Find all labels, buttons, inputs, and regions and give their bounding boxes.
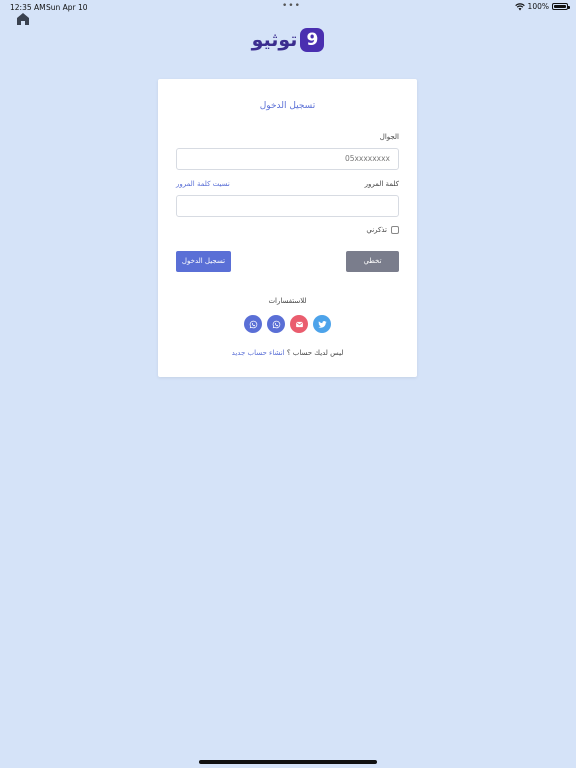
password-input[interactable] [176, 195, 399, 217]
app-logo: توثيو 9 [244, 24, 332, 56]
logo-text: توثيو [251, 29, 298, 51]
skip-button[interactable]: تخطي [346, 251, 399, 272]
remember-me-checkbox[interactable] [391, 226, 399, 234]
logo-mark-icon: 9 [300, 28, 325, 52]
whatsapp-button-2[interactable] [244, 315, 262, 333]
phone-input[interactable]: 05xxxxxxxx [176, 148, 399, 170]
mail-button[interactable] [290, 315, 308, 333]
status-date: Sun Apr 10 [46, 3, 88, 12]
mail-icon [295, 321, 303, 327]
whatsapp-icon [272, 320, 280, 328]
whatsapp-button-1[interactable] [267, 315, 285, 333]
login-card: تسجيل الدخول الجوال 05xxxxxxxx كلمة المر… [158, 79, 417, 377]
wifi-icon [514, 2, 525, 10]
remember-me[interactable]: تذكرني [366, 226, 399, 234]
inquiries-label: للاستفسارات [268, 297, 307, 305]
battery-percent: 100% [527, 2, 549, 11]
battery-icon [552, 3, 570, 10]
login-title: تسجيل الدخول [259, 101, 316, 111]
status-bar: 12:35 AM Sun Apr 10 ••• 100% [0, 0, 576, 14]
forgot-password-link[interactable]: نسيت كلمة المرور [176, 180, 230, 188]
twitter-button[interactable] [313, 315, 331, 333]
create-account-link[interactable]: انشاء حساب جديد [232, 349, 285, 357]
multitasking-dots[interactable]: ••• [282, 1, 301, 11]
status-right: 100% [514, 2, 570, 11]
signup-row: ليس لديك حساب ؟ انشاء حساب جديد [158, 349, 417, 357]
home-icon[interactable] [16, 12, 30, 26]
login-button[interactable]: تسجيل الدخول [176, 251, 231, 272]
password-label: كلمة المرور [364, 180, 399, 188]
phone-label: الجوال [379, 133, 399, 141]
twitter-icon [317, 320, 327, 328]
home-indicator[interactable] [199, 760, 377, 764]
signup-prompt: ليس لديك حساب ؟ [286, 349, 344, 357]
status-time: 12:35 AM [10, 3, 46, 12]
whatsapp-icon [249, 320, 257, 328]
remember-me-label: تذكرني [366, 226, 387, 234]
social-links [158, 315, 417, 333]
